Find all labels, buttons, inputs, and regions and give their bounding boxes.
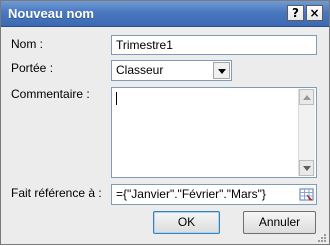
close-button[interactable]: × [306, 5, 323, 21]
cancel-button[interactable]: Annuler [243, 211, 316, 234]
comment-scrollbar[interactable] [298, 89, 315, 176]
collapse-dialog-icon[interactable] [299, 186, 315, 204]
resize-grip-icon[interactable] [317, 232, 327, 242]
dialog-title: Nouveau nom [8, 6, 94, 21]
scope-label: Portée : [11, 61, 54, 75]
comment-textarea[interactable] [111, 87, 317, 178]
refers-to-value: ={"Janvier"."Février"."Mars"} [116, 187, 266, 201]
refers-to-label: Fait référence à : [11, 186, 102, 200]
new-name-dialog: Nouveau nom ? × Nom : Trimestre1 Portée … [0, 0, 330, 245]
scope-select-value: Classeur [116, 63, 164, 77]
title-bar[interactable]: Nouveau nom ? × [1, 1, 329, 27]
chevron-down-icon[interactable] [213, 62, 230, 79]
scroll-down-icon[interactable] [299, 160, 314, 176]
name-label: Nom : [11, 37, 44, 51]
scope-select[interactable]: Classeur [111, 60, 232, 81]
refers-to-input[interactable]: ={"Janvier"."Février"."Mars"} [111, 184, 317, 205]
scroll-up-icon[interactable] [299, 89, 314, 105]
help-button[interactable]: ? [287, 5, 304, 21]
comment-label: Commentaire : [11, 87, 90, 101]
ok-button[interactable]: OK [153, 211, 220, 234]
name-input-value: Trimestre1 [116, 38, 173, 52]
name-input[interactable]: Trimestre1 [111, 35, 317, 55]
text-caret [116, 92, 117, 105]
